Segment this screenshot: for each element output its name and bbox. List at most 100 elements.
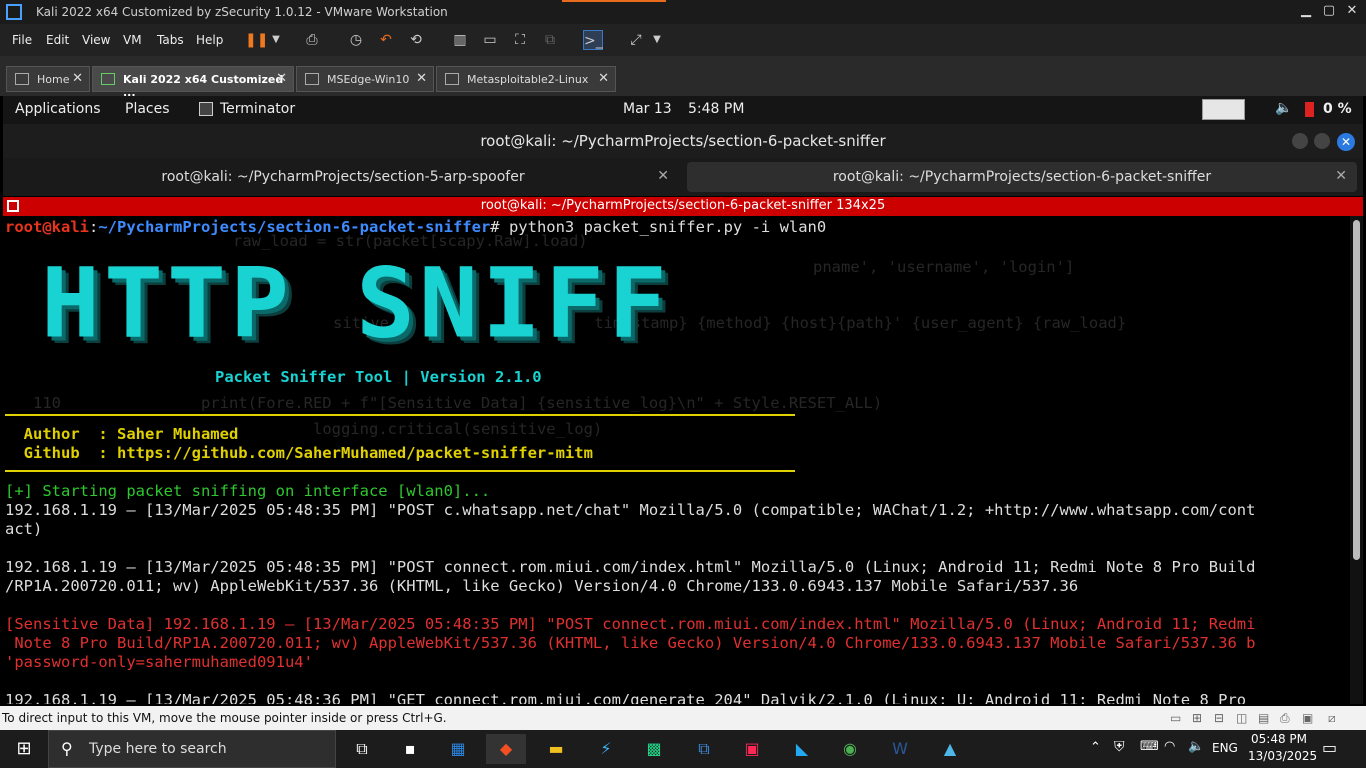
terminator-tab-strip: root@kali: ~/PycharmProjects/section-5-a…: [3, 158, 1363, 196]
command-line: root@kali:~/PycharmProjects/section-6-pa…: [5, 218, 827, 236]
close-tab-icon[interactable]: ✕: [1335, 168, 1347, 184]
close-tab-icon[interactable]: ✕: [276, 71, 287, 86]
send-ctrl-alt-del-icon[interactable]: ⎙: [302, 30, 322, 50]
printer-icon[interactable]: ⎙: [1280, 711, 1290, 726]
start-icon[interactable]: ⊞: [4, 734, 44, 764]
pause-icon[interactable]: ❚❚: [245, 30, 268, 50]
security-icon[interactable]: ⛨: [1114, 739, 1125, 755]
terminal-scrollbar[interactable]: [1350, 216, 1363, 704]
wifi-icon[interactable]: ◠: [1164, 739, 1175, 754]
terminal-app-icon[interactable]: ▪: [390, 734, 430, 764]
tool-subtitle: Packet Sniffer Tool | Version 2.1.0: [215, 368, 542, 386]
thumbnail-bar-icon[interactable]: ▭: [480, 30, 500, 50]
log-line: 192.168.1.19 — [13/Mar/2025 05:48:35 PM]…: [5, 501, 1256, 519]
snapshot-icon[interactable]: ◷: [346, 30, 366, 50]
volume-icon[interactable]: 🔈: [1275, 100, 1292, 116]
clock-time[interactable]: 05:48 PM: [1248, 732, 1310, 746]
full-screen-icon[interactable]: ⛶: [510, 30, 530, 50]
vmware-title-bar: Kali 2022 x64 Customized by zSecurity 1.…: [0, 0, 1366, 24]
minimize-icon[interactable]: ▁: [1294, 3, 1318, 18]
prompt-path: ~/PycharmProjects/section-6-packet-sniff…: [98, 218, 491, 236]
show-hidden-icons-icon[interactable]: ⌃: [1090, 740, 1101, 755]
store-icon[interactable]: ▦: [438, 734, 478, 764]
active-app-name[interactable]: Terminator: [220, 101, 295, 117]
sidebar-toggle-icon[interactable]: ▥: [450, 30, 470, 50]
hdd-icon[interactable]: ▭: [1170, 711, 1181, 725]
kali-top-panel: Applications Places Terminator Mar 13 5:…: [3, 96, 1363, 124]
vm-tab-strip: Home ✕ Kali 2022 x64 Customized ... ✕ MS…: [0, 56, 1366, 99]
brave-icon[interactable]: ◆: [486, 734, 526, 764]
pause-dropdown-icon[interactable]: ▼: [266, 30, 286, 50]
display-icon[interactable]: ▤: [1258, 711, 1269, 725]
stretch-dropdown-icon[interactable]: ▼: [647, 30, 667, 50]
close-tab-icon[interactable]: ✕: [598, 71, 609, 86]
close-window-icon[interactable]: ✕: [1337, 133, 1355, 151]
vm-tab-kali[interactable]: Kali 2022 x64 Customized ... ✕: [92, 66, 294, 99]
terminal-output[interactable]: raw_load = str(packet[scapy.Raw].load) p…: [3, 216, 1350, 704]
maximize-window-icon[interactable]: [1314, 133, 1330, 149]
divider-top: [5, 414, 795, 416]
power-automate-icon[interactable]: ⚡: [586, 734, 626, 764]
vm-tab-label: MSEdge-Win10: [327, 73, 410, 86]
menu-tabs[interactable]: Tabs: [157, 33, 184, 47]
term-tab-arp-spoofer[interactable]: root@kali: ~/PycharmProjects/section-5-a…: [7, 162, 679, 192]
maximize-icon[interactable]: ▢: [1317, 3, 1341, 18]
battery-icon[interactable]: [1305, 102, 1314, 117]
fullscreen-toggle-icon[interactable]: ⧄: [1328, 711, 1336, 726]
search-placeholder: Type here to search: [89, 741, 227, 757]
pane-group-icon[interactable]: [7, 200, 19, 212]
language-indicator[interactable]: ENG: [1212, 741, 1238, 755]
sensitive-line: 'password-only=sahermuhamed091u4': [5, 653, 313, 671]
menu-view[interactable]: View: [82, 33, 110, 47]
usb-icon[interactable]: ⊟: [1214, 711, 1224, 725]
vm-status-bar: To direct input to this VM, move the mou…: [0, 706, 1366, 730]
scrollbar-thumb[interactable]: [1353, 220, 1360, 560]
close-icon[interactable]: ✕: [1340, 3, 1364, 18]
vm-tab-msedge[interactable]: MSEdge-Win10 ✕: [296, 66, 434, 92]
stretch-guest-icon[interactable]: ⤢: [626, 30, 646, 50]
intellij-icon[interactable]: ▣: [732, 734, 772, 764]
word-icon[interactable]: W: [880, 734, 920, 764]
snapshot-manager-icon[interactable]: ⟲: [406, 30, 426, 50]
ghost-text: 110 print(Fore.RED + f"[Sensitive Data] …: [33, 394, 883, 412]
speaker-icon[interactable]: 🔈: [1188, 739, 1204, 754]
sound-device-icon[interactable]: ◫: [1236, 711, 1247, 725]
message-icon[interactable]: ▣: [1302, 711, 1313, 725]
panel-date[interactable]: Mar 13: [623, 101, 672, 117]
places-menu[interactable]: Places: [125, 101, 170, 117]
notifications-icon[interactable]: ▭: [1322, 738, 1337, 757]
keyboard-icon[interactable]: ⌨: [1140, 739, 1159, 754]
ghost-text: pname', 'username', 'login']: [813, 258, 1075, 276]
applications-menu[interactable]: Applications: [15, 101, 101, 117]
menu-vm[interactable]: VM: [123, 33, 142, 47]
vscode-icon[interactable]: ◣: [782, 734, 822, 764]
panel-time[interactable]: 5:48 PM: [688, 101, 744, 117]
menu-edit[interactable]: Edit: [46, 33, 69, 47]
log-line: act): [5, 520, 43, 538]
term-tab-packet-sniffer[interactable]: root@kali: ~/PycharmProjects/section-6-p…: [687, 162, 1357, 192]
menu-help[interactable]: Help: [196, 33, 223, 47]
workspace-switcher[interactable]: [1202, 99, 1245, 120]
term-tab-label: root@kali: ~/PycharmProjects/section-6-p…: [832, 169, 1212, 185]
vm-tab-home[interactable]: Home ✕: [6, 66, 90, 92]
file-explorer-icon[interactable]: ▬: [536, 734, 576, 764]
minimize-window-icon[interactable]: [1292, 133, 1308, 149]
menu-file[interactable]: File: [12, 33, 32, 47]
vm-tab-metasploitable[interactable]: Metasploitable2-Linux ✕: [436, 66, 616, 92]
unity-icon[interactable]: ⧉: [540, 30, 560, 50]
revert-snapshot-icon[interactable]: ↶: [376, 30, 396, 50]
close-tab-icon[interactable]: ✕: [72, 71, 83, 86]
pycharm-icon[interactable]: ▩: [634, 734, 674, 764]
photos-icon[interactable]: ▲: [930, 734, 970, 764]
close-tab-icon[interactable]: ✕: [657, 168, 669, 184]
task-view-icon[interactable]: ⧉: [342, 734, 382, 764]
start-message: [+] Starting packet sniffing on interfac…: [5, 482, 491, 500]
network-icon[interactable]: ⊞: [1192, 711, 1202, 725]
battery-percent: 0 %: [1323, 101, 1352, 117]
console-view-icon[interactable]: >_: [583, 30, 603, 50]
close-tab-icon[interactable]: ✕: [416, 71, 427, 86]
clock-date[interactable]: 13/03/2025: [1248, 749, 1317, 763]
chrome-icon[interactable]: ◉: [830, 734, 870, 764]
search-box[interactable]: ⚲ Type here to search: [48, 730, 336, 768]
vmware-icon[interactable]: ⧉: [684, 734, 724, 764]
